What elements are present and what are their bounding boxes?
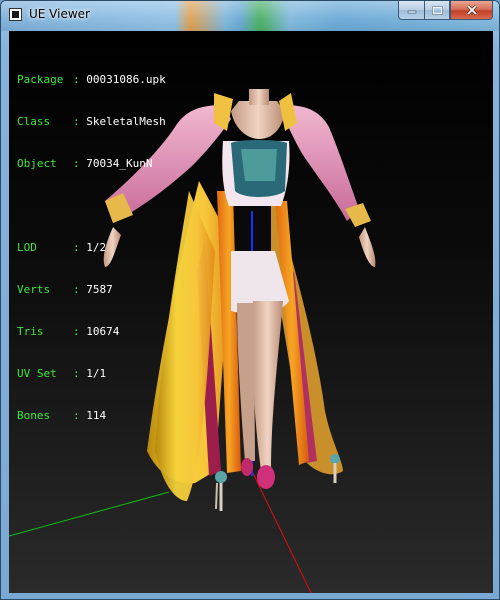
info-row-class: Class: SkeletalMesh	[17, 115, 166, 129]
maximize-button[interactable]	[424, 1, 450, 20]
ue-viewer-app-icon[interactable]	[9, 8, 22, 21]
info-separator: :	[73, 157, 87, 170]
title-bar[interactable]: UE Viewer	[1, 1, 499, 31]
info-key: Package	[17, 73, 64, 86]
maximize-icon	[431, 5, 443, 15]
info-separator: :	[73, 115, 87, 128]
info-separator: :	[73, 73, 87, 86]
info-key: Bones	[17, 409, 51, 422]
info-row-lod: LOD: 1/2	[17, 241, 166, 255]
3d-viewport[interactable]: Package: 00031086.upk Class: SkeletalMes…	[9, 31, 493, 593]
verts-value: 7587	[86, 283, 113, 296]
info-row-tris: Tris: 10674	[17, 325, 166, 339]
info-key: UV Set	[17, 367, 57, 380]
info-key: Tris	[17, 325, 44, 338]
info-row-uvset: UV Set: 1/1	[17, 367, 166, 381]
object-value: 70034_KunN	[86, 157, 153, 170]
info-row-package: Package: 00031086.upk	[17, 73, 166, 87]
app-window: UE Viewer Package: 00031086.upk Class:…	[0, 0, 500, 600]
mesh-info-panel: Package: 00031086.upk Class: SkeletalMes…	[17, 45, 166, 451]
info-spacer	[17, 199, 166, 213]
info-separator: :	[73, 241, 87, 254]
info-key: LOD	[17, 241, 37, 254]
caption-buttons	[398, 1, 493, 20]
info-separator: :	[73, 283, 87, 296]
uvset-value: 1/1	[86, 367, 107, 380]
lod-value: 1/2	[86, 241, 107, 254]
info-separator: :	[73, 409, 87, 422]
class-value: SkeletalMesh	[86, 115, 166, 128]
package-value: 00031086.upk	[86, 73, 166, 86]
info-separator: :	[73, 367, 87, 380]
info-row-verts: Verts: 7587	[17, 283, 166, 297]
y-axis	[9, 491, 170, 537]
info-row-bones: Bones: 114	[17, 409, 166, 423]
info-row-object: Object: 70034_KunN	[17, 157, 166, 171]
window-title: UE Viewer	[29, 7, 90, 21]
bones-value: 114	[86, 409, 107, 422]
x-axis	[248, 464, 312, 593]
minimize-button[interactable]	[398, 1, 424, 20]
minimize-icon	[407, 10, 416, 14]
info-key: Verts	[17, 283, 51, 296]
tris-value: 10674	[86, 325, 120, 338]
close-icon	[466, 5, 477, 15]
info-key: Class	[17, 115, 51, 128]
info-separator: :	[73, 325, 87, 338]
close-button[interactable]	[450, 1, 493, 20]
info-key: Object	[17, 157, 57, 170]
